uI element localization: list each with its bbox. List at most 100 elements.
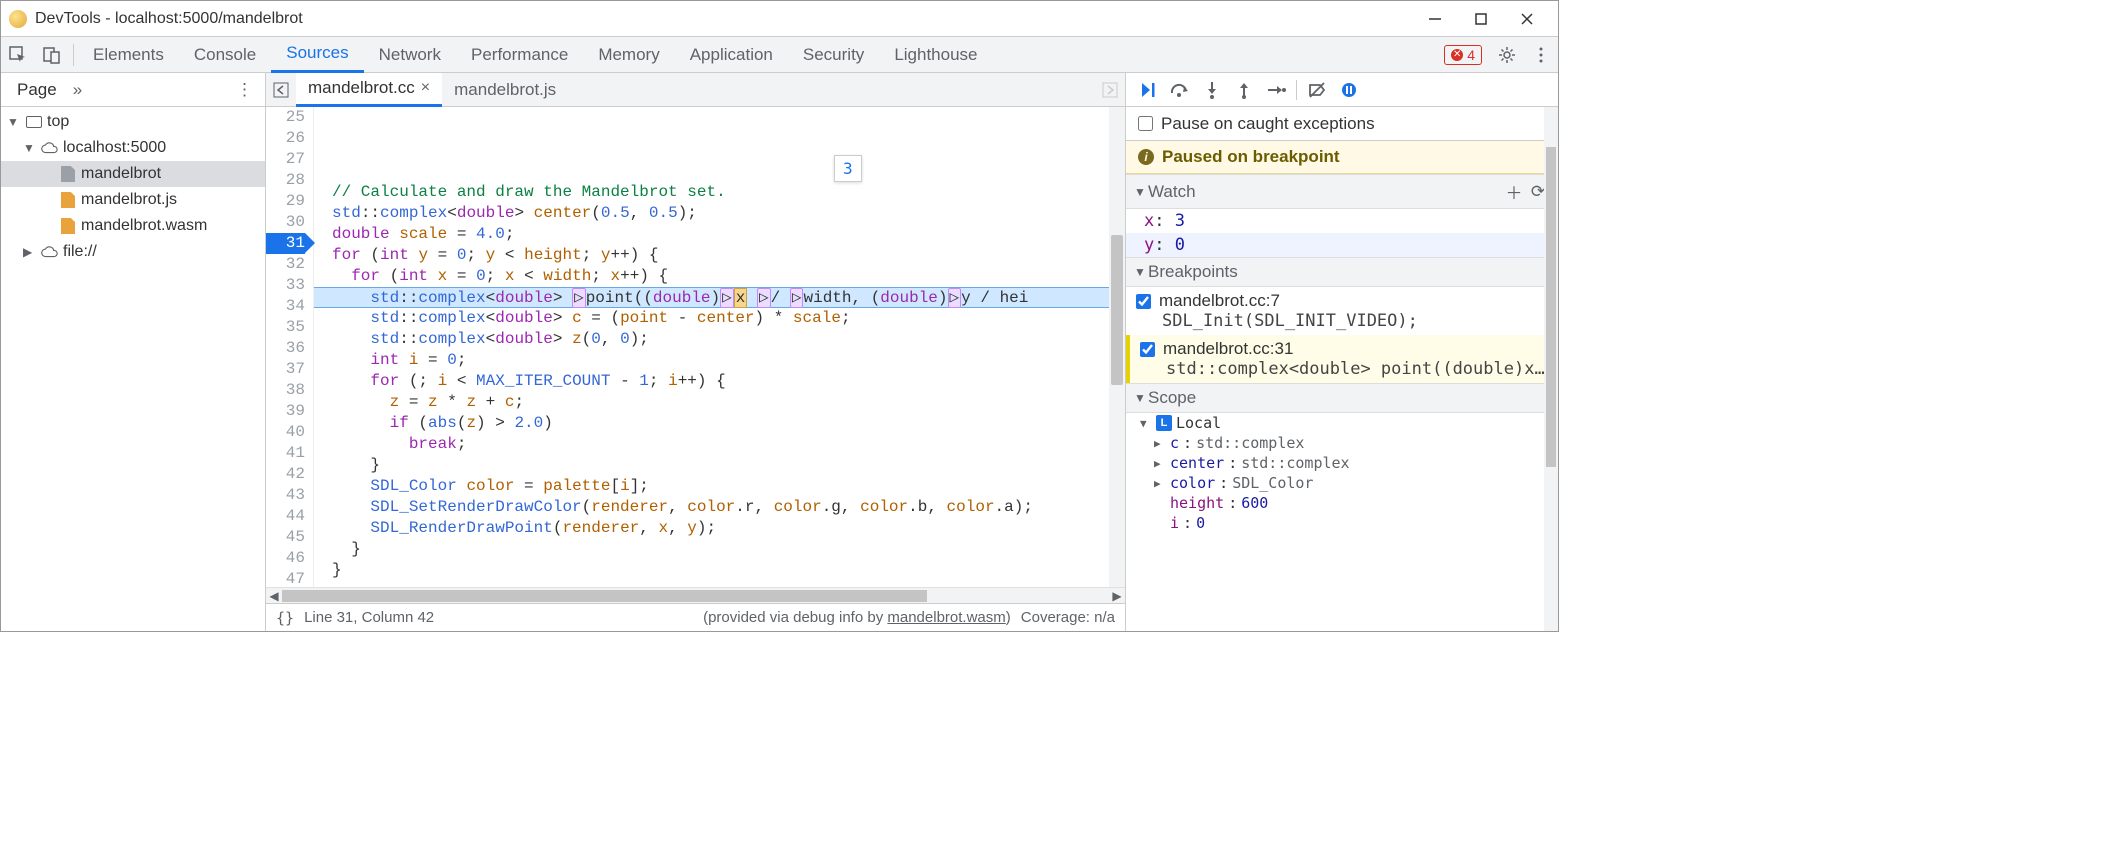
pretty-print-icon[interactable]: {}: [276, 609, 294, 627]
code-line[interactable]: break;: [314, 434, 1125, 455]
scope-variable-row[interactable]: i: 0: [1126, 513, 1558, 533]
code-line[interactable]: if (abs(z) > 2.0): [314, 413, 1125, 434]
device-toggle-icon[interactable]: [35, 37, 69, 73]
navigator-more-tabs[interactable]: »: [67, 80, 88, 100]
step-button[interactable]: [1260, 75, 1292, 105]
tree-file-mandelbrot-wasm[interactable]: mandelbrot.wasm: [1, 213, 265, 239]
gutter-line[interactable]: 33: [266, 275, 305, 296]
tab-network[interactable]: Network: [364, 37, 456, 73]
scrollbar-thumb[interactable]: [1546, 147, 1556, 467]
step-out-button[interactable]: [1228, 75, 1260, 105]
gutter-line[interactable]: 38: [266, 380, 305, 401]
scope-local-row[interactable]: ▼ L Local: [1126, 413, 1558, 433]
maximize-button[interactable]: [1458, 3, 1504, 35]
gutter-line[interactable]: 41: [266, 443, 305, 464]
scroll-right-icon[interactable]: ▶: [1109, 589, 1125, 603]
gutter-line[interactable]: 35: [266, 317, 305, 338]
gutter-line[interactable]: 25: [266, 107, 305, 128]
gutter-line[interactable]: 31: [266, 233, 305, 254]
breakpoint-item[interactable]: mandelbrot.cc:31std::complex<double> poi…: [1126, 335, 1558, 383]
navigator-tab-page[interactable]: Page: [7, 80, 67, 100]
code-line[interactable]: double scale = 4.0;: [314, 224, 1125, 245]
file-tab[interactable]: mandelbrot.cc×: [296, 73, 442, 107]
tree-file-scheme[interactable]: ▶ file://: [1, 239, 265, 265]
gutter-line[interactable]: 26: [266, 128, 305, 149]
deactivate-breakpoints-button[interactable]: [1301, 75, 1333, 105]
gutter-line[interactable]: 28: [266, 170, 305, 191]
code-line[interactable]: SDL_RenderDrawPoint(renderer, x, y);: [314, 518, 1125, 539]
scope-variable-row[interactable]: height: 600: [1126, 493, 1558, 513]
scope-variable-row[interactable]: ▶center: std::complex: [1126, 453, 1558, 473]
code-line[interactable]: for (int y = 0; y < height; y++) {: [314, 245, 1125, 266]
gutter-line[interactable]: 30: [266, 212, 305, 233]
nav-forward-icon[interactable]: [1095, 82, 1125, 98]
resume-button[interactable]: [1132, 75, 1164, 105]
breakpoint-checkbox[interactable]: [1140, 342, 1155, 357]
tab-console[interactable]: Console: [179, 37, 271, 73]
gutter-line[interactable]: 32: [266, 254, 305, 275]
file-tab[interactable]: mandelbrot.js: [442, 73, 568, 107]
gutter-line[interactable]: 40: [266, 422, 305, 443]
nav-back-icon[interactable]: [266, 82, 296, 98]
code-line[interactable]: std::complex<double> ▷point((double)▷x ▷…: [314, 287, 1125, 308]
breakpoint-item[interactable]: mandelbrot.cc:7SDL_Init(SDL_INIT_VIDEO);: [1126, 287, 1558, 335]
tab-performance[interactable]: Performance: [456, 37, 583, 73]
code-line[interactable]: std::complex<double> z(0, 0);: [314, 329, 1125, 350]
tab-sources[interactable]: Sources: [271, 37, 363, 73]
more-menu-icon[interactable]: [1524, 37, 1558, 73]
pause-exceptions-button[interactable]: [1333, 75, 1365, 105]
code-line[interactable]: std::complex<double> center(0.5, 0.5);: [314, 203, 1125, 224]
tree-top-frame[interactable]: ▼ top: [1, 109, 265, 135]
code-line[interactable]: }: [314, 455, 1125, 476]
gutter-line[interactable]: 43: [266, 485, 305, 506]
add-watch-icon[interactable]: ＋: [1502, 179, 1526, 204]
code-line[interactable]: int i = 0;: [314, 350, 1125, 371]
gutter-line[interactable]: 29: [266, 191, 305, 212]
code-editor[interactable]: 2526272829303132333435363738394041424344…: [266, 107, 1125, 587]
code-line[interactable]: for (; i < MAX_ITER_COUNT - 1; i++) {: [314, 371, 1125, 392]
scrollbar-thumb[interactable]: [282, 590, 927, 602]
step-over-button[interactable]: [1164, 75, 1196, 105]
vertical-scrollbar[interactable]: [1109, 107, 1125, 587]
gutter-line[interactable]: 27: [266, 149, 305, 170]
line-gutter[interactable]: 2526272829303132333435363738394041424344…: [266, 107, 314, 587]
tab-security[interactable]: Security: [788, 37, 879, 73]
scope-variable-row[interactable]: ▶c: std::complex: [1126, 433, 1558, 453]
gutter-line[interactable]: 45: [266, 527, 305, 548]
code-line[interactable]: z = z * z + c;: [314, 392, 1125, 413]
close-tab-icon[interactable]: ×: [421, 79, 430, 97]
settings-gear-icon[interactable]: [1490, 37, 1524, 73]
watch-section-header[interactable]: ▼ Watch ＋ ⟳: [1126, 174, 1558, 209]
scrollbar-thumb[interactable]: [1111, 235, 1123, 385]
code-area[interactable]: // Calculate and draw the Mandelbrot set…: [314, 107, 1125, 587]
scope-section-header[interactable]: ▼ Scope: [1126, 383, 1558, 413]
breakpoints-section-header[interactable]: ▼ Breakpoints: [1126, 257, 1558, 287]
horizontal-scrollbar[interactable]: ◀ ▶: [266, 587, 1125, 603]
scroll-left-icon[interactable]: ◀: [266, 589, 282, 603]
gutter-line[interactable]: 36: [266, 338, 305, 359]
breakpoint-checkbox[interactable]: [1136, 294, 1151, 309]
gutter-line[interactable]: 34: [266, 296, 305, 317]
code-line[interactable]: for (int x = 0; x < width; x++) {: [314, 266, 1125, 287]
scope-variable-row[interactable]: ▶color: SDL_Color: [1126, 473, 1558, 493]
navigator-menu-icon[interactable]: ⋮: [230, 80, 259, 100]
minimize-button[interactable]: [1412, 3, 1458, 35]
debug-source-link[interactable]: mandelbrot.wasm: [887, 609, 1005, 626]
tab-memory[interactable]: Memory: [583, 37, 674, 73]
inspect-element-icon[interactable]: [1, 37, 35, 73]
tab-elements[interactable]: Elements: [78, 37, 179, 73]
code-line[interactable]: }: [314, 560, 1125, 581]
error-count-badge[interactable]: ✕4: [1444, 45, 1482, 65]
watch-row[interactable]: y: 0: [1126, 233, 1558, 257]
code-line[interactable]: SDL_Color color = palette[i];: [314, 476, 1125, 497]
tree-file-mandelbrot-js[interactable]: mandelbrot.js: [1, 187, 265, 213]
code-line[interactable]: [314, 161, 1125, 182]
vertical-scrollbar[interactable]: [1544, 107, 1558, 631]
gutter-line[interactable]: 42: [266, 464, 305, 485]
code-line[interactable]: }: [314, 539, 1125, 560]
tab-lighthouse[interactable]: Lighthouse: [879, 37, 992, 73]
gutter-line[interactable]: 37: [266, 359, 305, 380]
gutter-line[interactable]: 44: [266, 506, 305, 527]
tab-application[interactable]: Application: [675, 37, 788, 73]
tree-host[interactable]: ▼ localhost:5000: [1, 135, 265, 161]
